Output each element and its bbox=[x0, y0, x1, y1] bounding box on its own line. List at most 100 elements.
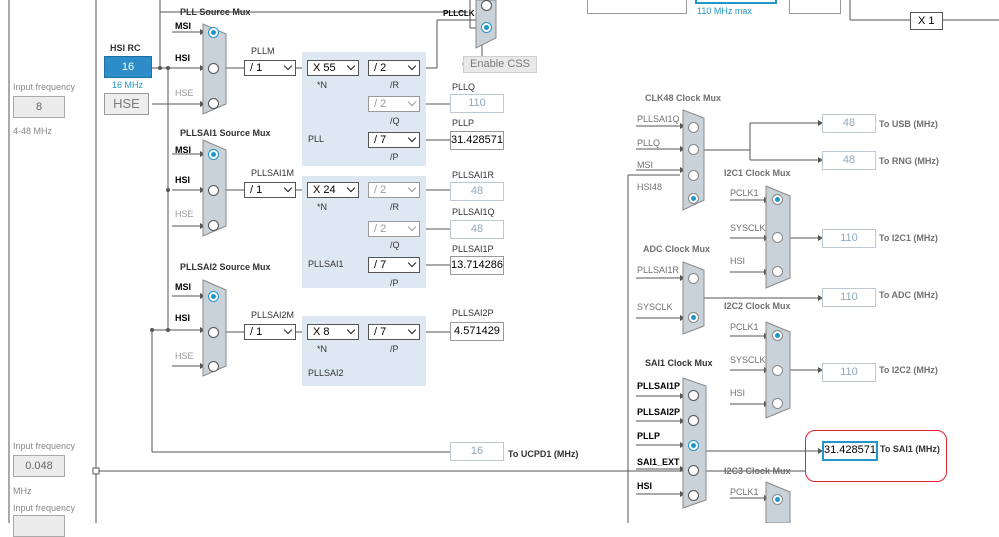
i2c2-mux-pclk1: PCLK1 bbox=[730, 322, 759, 332]
clk48-mux-msi: MSI bbox=[637, 160, 654, 170]
pllsai1q-label: /Q bbox=[390, 240, 400, 250]
pllsai1p-dropdown[interactable]: / 7 bbox=[368, 257, 420, 273]
clk48-mux-hsi48: HSI48 bbox=[637, 182, 663, 192]
sai1-mux-pllp: PLLP bbox=[637, 431, 661, 441]
sai1-radio-hsi[interactable] bbox=[688, 490, 699, 501]
pllm-dropdown[interactable]: / 1 bbox=[244, 60, 296, 76]
pllsai1p-out-label: PLLSAI1P bbox=[452, 244, 494, 254]
adc-label: To ADC (MHz) bbox=[879, 290, 938, 300]
pllq-out-field[interactable]: 110 bbox=[450, 94, 504, 113]
i2c1-radio-3[interactable] bbox=[772, 266, 783, 277]
pllsai2-mux-hsi-radio[interactable] bbox=[208, 327, 219, 338]
bottom-input-field[interactable] bbox=[13, 515, 65, 537]
lse-input-field[interactable]: 0.048 bbox=[13, 455, 65, 477]
pllsai1-mux-msi-radio[interactable] bbox=[208, 149, 219, 160]
pllsai1-mux-msi: MSI bbox=[175, 145, 192, 155]
pllsai1m-dropdown[interactable]: / 1 bbox=[244, 182, 296, 198]
pllsai2m-dropdown[interactable]: / 1 bbox=[244, 324, 296, 340]
pllsai1r-out-label: PLLSAI1R bbox=[452, 170, 495, 180]
sysclk-mux-pllclk-radio[interactable] bbox=[481, 22, 492, 33]
pllsai1n-dropdown[interactable]: X 24 bbox=[307, 182, 359, 198]
pllsai1-mux-hsi-radio[interactable] bbox=[208, 185, 219, 196]
pllsai1p-out-field[interactable]: 13.714286 bbox=[450, 256, 504, 275]
hclk-field[interactable] bbox=[695, 0, 777, 4]
adc-field[interactable]: 110 bbox=[822, 288, 876, 307]
bottom-input-label: Input frequency bbox=[13, 503, 76, 513]
pllsai2-mux-hsi: HSI bbox=[175, 313, 191, 323]
i2c2-field[interactable]: 110 bbox=[822, 363, 876, 382]
hsi-input-label: Input frequency bbox=[13, 82, 76, 92]
pllsai1r-dropdown[interactable]: / 2 bbox=[368, 182, 420, 198]
sai1-radio-pllsai1p[interactable] bbox=[688, 390, 699, 401]
pllp-out-field[interactable]: 31.428571 bbox=[450, 131, 504, 150]
pll-name: PLL bbox=[308, 134, 325, 144]
ucpd-label: To UCPD1 (MHz) bbox=[508, 449, 579, 459]
pllsai2p-label: /P bbox=[390, 344, 399, 354]
hclk-max-note: 110 MHz max bbox=[697, 6, 752, 16]
rng-label: To RNG (MHz) bbox=[879, 156, 939, 166]
sysclk-mux-radio[interactable] bbox=[481, 0, 492, 11]
pllsai2p-out-field[interactable]: 4.571429 bbox=[450, 322, 504, 341]
sai1-radio-ext[interactable] bbox=[688, 465, 699, 476]
pll-mux-hsi-radio[interactable] bbox=[208, 63, 219, 74]
pllsai1-name: PLLSAI1 bbox=[308, 259, 344, 269]
pllsai2p-dropdown[interactable]: / 7 bbox=[368, 324, 420, 340]
pllq-out-label: PLLQ bbox=[452, 82, 476, 92]
usb-label: To USB (MHz) bbox=[879, 119, 938, 129]
enable-css-button[interactable]: Enable CSS bbox=[463, 56, 537, 73]
pllm-label: PLLM bbox=[251, 46, 275, 56]
i2c1-field[interactable]: 110 bbox=[822, 229, 876, 248]
pllsai2-mux-hse-radio[interactable] bbox=[208, 361, 219, 372]
pllsai1q-dropdown[interactable]: / 2 bbox=[368, 221, 420, 237]
sai1-field[interactable]: 31.428571 bbox=[822, 441, 878, 461]
sai1-mux-ext: SAI1_EXT bbox=[637, 457, 680, 467]
clk48-radio-3[interactable] bbox=[688, 170, 699, 181]
top-field-right[interactable] bbox=[789, 0, 841, 14]
pllsai2-name: PLLSAI2 bbox=[308, 368, 344, 378]
pllsai2m-label: PLLSAI2M bbox=[251, 310, 295, 320]
sai1-radio-pllsai2p[interactable] bbox=[688, 415, 699, 426]
hsi-rc-value[interactable]: 16 bbox=[104, 56, 152, 78]
plln-dropdown[interactable]: X 55 bbox=[307, 60, 359, 76]
pllsai2-mux-msi-radio[interactable] bbox=[208, 291, 219, 302]
x1-box[interactable]: X 1 bbox=[910, 12, 943, 30]
adc-mux-pllsai1r: PLLSAI1R bbox=[637, 265, 680, 275]
clk48-radio-2[interactable] bbox=[688, 144, 699, 155]
i2c3-radio-1[interactable] bbox=[772, 494, 783, 505]
pll-mux-msi: MSI bbox=[175, 21, 192, 31]
i2c2-mux-sysclk: SYSCLK bbox=[730, 355, 766, 365]
pll-mux-hsi: HSI bbox=[175, 53, 191, 63]
adc-radio-1[interactable] bbox=[688, 273, 699, 284]
clk48-radio-1[interactable] bbox=[688, 122, 699, 133]
pllq-dropdown[interactable]: / 2 bbox=[368, 96, 420, 112]
pllsai2n-label: *N bbox=[317, 344, 328, 354]
i2c2-radio-1[interactable] bbox=[772, 330, 783, 341]
plln-label: *N bbox=[317, 80, 328, 90]
pll-mux-msi-radio[interactable] bbox=[208, 27, 219, 38]
hse-button[interactable]: HSE bbox=[104, 93, 149, 115]
rng-field[interactable]: 48 bbox=[822, 151, 876, 170]
pllsai2n-dropdown[interactable]: X 8 bbox=[307, 324, 359, 340]
pll-mux-hse-radio[interactable] bbox=[208, 98, 219, 109]
hsi-input-field[interactable]: 8 bbox=[13, 96, 65, 118]
i2c1-radio-1[interactable] bbox=[772, 194, 783, 205]
i2c1-radio-2[interactable] bbox=[772, 232, 783, 243]
usb-field[interactable]: 48 bbox=[822, 114, 876, 133]
pllp-out-label: PLLP bbox=[452, 118, 475, 128]
pllp-dropdown[interactable]: / 7 bbox=[368, 132, 420, 148]
pllsai1r-out-field[interactable]: 48 bbox=[450, 182, 504, 201]
adc-radio-2[interactable] bbox=[688, 312, 699, 323]
pllclk-label: PLLCLK bbox=[443, 9, 475, 18]
i2c2-radio-3[interactable] bbox=[772, 398, 783, 409]
pllsai1q-out-label: PLLSAI1Q bbox=[452, 207, 495, 217]
top-field-left[interactable] bbox=[587, 0, 687, 14]
pllsai1-mux-hse-radio[interactable] bbox=[208, 220, 219, 231]
hsi-rc-freq: 16 MHz bbox=[112, 80, 144, 90]
pllsai1q-out-field[interactable]: 48 bbox=[450, 220, 504, 239]
pllr-dropdown[interactable]: / 2 bbox=[368, 60, 420, 76]
sai1-radio-pllp[interactable] bbox=[688, 440, 699, 451]
ucpd-field[interactable]: 16 bbox=[450, 442, 504, 461]
clk48-radio-4[interactable] bbox=[688, 193, 699, 204]
i2c2-radio-2[interactable] bbox=[772, 365, 783, 376]
pllsai1r-label: /R bbox=[390, 202, 399, 212]
